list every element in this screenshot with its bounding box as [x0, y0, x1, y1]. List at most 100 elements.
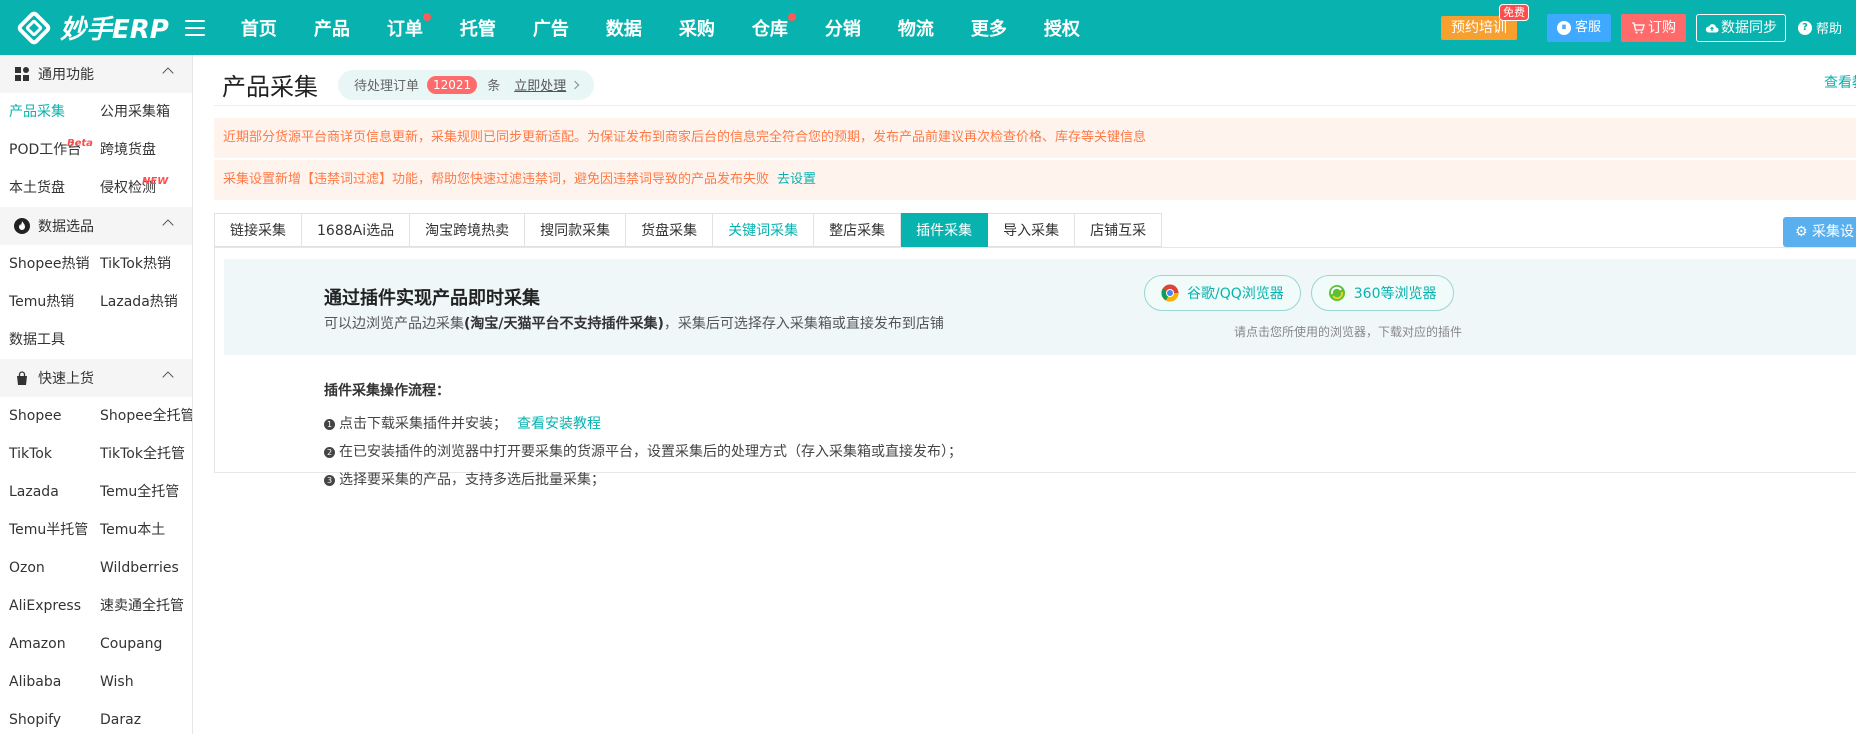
- nav-item[interactable]: 产品: [296, 15, 368, 41]
- notification-dot: [422, 12, 431, 21]
- tab-item[interactable]: 整店采集: [814, 213, 902, 247]
- help-button[interactable]: ? 帮助: [1797, 18, 1842, 37]
- nav-item[interactable]: 首页: [223, 15, 295, 41]
- sidebar: 通用功能 产品采集 公用采集箱 POD工作台 Beta 跨境货盘 本土货盘 侵权检测 NEW 数据…: [0, 55, 193, 734]
- chevron-up-icon: [162, 219, 174, 231]
- plugin-description: 可以边浏览产品边采集(淘宝/天猫平台不支持插件采集)，采集后可选择存入采集箱或直…: [324, 316, 944, 332]
- sidebar-item[interactable]: 速卖通全托管: [92, 587, 192, 625]
- training-button[interactable]: 预约培训 免费: [1440, 3, 1529, 40]
- step-item: 1 点击下载采集插件并安装； 查看安装教程: [324, 410, 962, 438]
- tab-item[interactable]: 链接采集: [214, 213, 302, 247]
- 360-browser-button[interactable]: 360等浏览器: [1310, 275, 1454, 311]
- collection-settings-button[interactable]: ⚙ 采集设: [1782, 217, 1856, 247]
- cloud-upload-icon: [1705, 23, 1719, 32]
- order-button[interactable]: 订购: [1620, 13, 1686, 42]
- sidebar-item[interactable]: Lazada热销: [92, 283, 192, 321]
- sidebar-item[interactable]: TikTok全托管: [92, 435, 192, 473]
- chevron-up-icon: [162, 371, 174, 383]
- sidebar-item[interactable]: 公用采集箱: [92, 93, 192, 131]
- sidebar-item[interactable]: Temu热销: [0, 283, 92, 321]
- tab-item[interactable]: 1688Ai选品: [302, 213, 411, 247]
- process-now-link[interactable]: 立即处理: [514, 75, 566, 94]
- notice-banned-words: 采集设置新增【违禁词过滤】功能，帮助您快速过滤违禁词，避免因违禁词导致的产品发布…: [214, 160, 1856, 200]
- tab-item[interactable]: 关键词采集: [713, 213, 815, 247]
- sidebar-item[interactable]: Temu全托管: [92, 473, 192, 511]
- sidebar-item[interactable]: Shopee全托管: [92, 397, 192, 435]
- chevron-right-icon: [570, 80, 580, 89]
- sidebar-item[interactable]: 数据工具: [0, 321, 92, 359]
- nav-item[interactable]: 数据: [588, 15, 660, 41]
- menu-toggle-icon[interactable]: [184, 19, 205, 36]
- plugin-steps: 插件采集操作流程： 1 点击下载采集插件并安装； 查看安装教程 2 在已安装插件…: [324, 380, 962, 494]
- sidebar-item-badge: NEW: [142, 176, 169, 187]
- pending-orders-pill: 待处理订单 12021 条 立即处理: [338, 69, 595, 100]
- chrome-qq-browser-button[interactable]: 谷歌/QQ浏览器: [1144, 275, 1301, 311]
- notice-update: 近期部分货源平台商详页信息更新，采集规则已同步更新适配。为保证发布到商家后台的信…: [214, 118, 1856, 158]
- tab-item[interactable]: 货盘采集: [626, 213, 714, 247]
- cart-icon: [1631, 21, 1645, 33]
- nav-item[interactable]: 授权: [1026, 15, 1098, 41]
- tab-item[interactable]: 搜同款采集: [525, 213, 627, 247]
- sidebar-item[interactable]: Daraz: [92, 701, 192, 734]
- sidebar-item[interactable]: Temu半托管: [0, 511, 92, 549]
- step-item: 3 选择要采集的产品，支持多选后批量采集；: [324, 466, 962, 494]
- plugin-banner: 通过插件实现产品即时采集 可以边浏览产品边采集(淘宝/天猫平台不支持插件采集)，…: [224, 259, 1856, 355]
- sidebar-item-badge: Beta: [67, 138, 93, 149]
- nav-item[interactable]: 托管: [442, 15, 514, 41]
- nav-item[interactable]: 广告: [515, 15, 587, 41]
- plugin-panel: 通过插件实现产品即时采集 可以边浏览产品边采集(淘宝/天猫平台不支持插件采集)，…: [214, 247, 1856, 488]
- nav-item[interactable]: 仓库: [734, 12, 806, 41]
- page-header: 产品采集 待处理订单 12021 条 立即处理: [222, 67, 595, 102]
- install-tutorial-link[interactable]: 查看安装教程: [517, 410, 601, 438]
- sidebar-group-header[interactable]: 快速上货: [0, 359, 192, 397]
- sidebar-item[interactable]: Lazada: [0, 473, 92, 511]
- sidebar-item[interactable]: Coupang: [92, 625, 192, 663]
- nav-item[interactable]: 更多: [953, 15, 1025, 41]
- customer-service-button[interactable]: ⏸ 客服: [1546, 13, 1611, 42]
- sidebar-item[interactable]: Temu本土: [92, 511, 192, 549]
- 360-browser-icon: [1328, 285, 1345, 301]
- chat-icon: ⏸: [1556, 20, 1571, 35]
- tab-item[interactable]: 导入采集: [988, 213, 1076, 247]
- view-tutorial-link[interactable]: 查看教: [1824, 72, 1856, 92]
- tab-item[interactable]: 淘宝跨境热卖: [410, 213, 526, 247]
- tab-item[interactable]: 店铺互采: [1075, 213, 1163, 247]
- tab-item[interactable]: 插件采集: [901, 213, 989, 247]
- step-number-icon: 1: [324, 418, 335, 430]
- sidebar-item[interactable]: 本土货盘: [0, 169, 92, 207]
- nav-item[interactable]: 采购: [661, 15, 733, 41]
- sidebar-item[interactable]: Alibaba: [0, 663, 92, 701]
- sidebar-item[interactable]: Wish: [92, 663, 192, 701]
- sidebar-item[interactable]: TikTok: [0, 435, 92, 473]
- sidebar-item[interactable]: Shopee热销: [0, 245, 92, 283]
- sidebar-item[interactable]: Amazon: [0, 625, 92, 663]
- notification-dot: [787, 12, 796, 21]
- question-icon: ?: [1797, 20, 1812, 35]
- step-item: 2 在已安装插件的浏览器中打开要采集的货源平台，设置采集后的处理方式（存入采集箱…: [324, 438, 962, 466]
- sidebar-item[interactable]: POD工作台 Beta: [0, 131, 93, 169]
- sidebar-item[interactable]: TikTok热销: [92, 245, 192, 283]
- main-content: 产品采集 待处理订单 12021 条 立即处理 查看教 近期部分货源平台商详页信…: [194, 55, 1856, 734]
- sidebar-item[interactable]: 侵权检测 NEW: [92, 169, 192, 207]
- nav-item[interactable]: 分销: [807, 15, 879, 41]
- go-settings-link[interactable]: 去设置: [777, 172, 816, 187]
- step-number-icon: 3: [324, 474, 335, 486]
- sidebar-item[interactable]: Ozon: [0, 549, 92, 587]
- chrome-icon: [1161, 284, 1179, 302]
- sidebar-group-header[interactable]: 通用功能: [0, 55, 192, 93]
- sidebar-group-header[interactable]: 数据选品: [0, 207, 192, 245]
- top-right-actions: 预约培训 免费 ⏸ 客服 订购 数据同步 ? 帮助: [1440, 0, 1842, 55]
- sidebar-item[interactable]: Shopee: [0, 397, 92, 435]
- logo-text: 妙手ERP: [60, 15, 169, 45]
- nav-item[interactable]: 物流: [880, 15, 952, 41]
- sidebar-item[interactable]: Wildberries: [92, 549, 192, 587]
- data-sync-button[interactable]: 数据同步: [1695, 13, 1786, 42]
- grid-icon: [14, 66, 30, 82]
- sidebar-item[interactable]: AliExpress: [0, 587, 92, 625]
- nav-item[interactable]: 订单: [369, 12, 441, 41]
- sidebar-group-items: 产品采集 公用采集箱 POD工作台 Beta 跨境货盘 本土货盘 侵权检测 NEW: [0, 93, 192, 207]
- flame-icon: [14, 218, 30, 234]
- logo[interactable]: 妙手ERP: [14, 8, 169, 48]
- browser-hint: 请点击您所使用的浏览器，下载对应的插件: [1234, 325, 1463, 339]
- sidebar-item[interactable]: Shopify: [0, 701, 92, 734]
